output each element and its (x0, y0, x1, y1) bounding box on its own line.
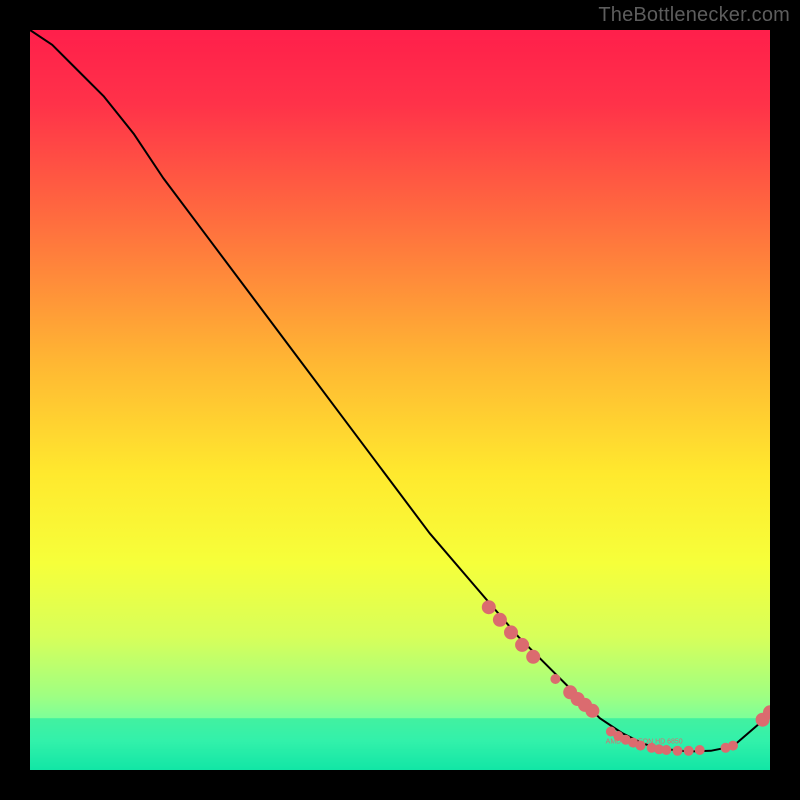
marker-point (526, 650, 540, 664)
marker-label: AMD RADEON HD 6850 (606, 739, 683, 746)
marker-point (661, 745, 671, 755)
attribution-text: TheBottlenecker.com (598, 4, 790, 27)
marker-point (550, 674, 560, 684)
marker-point (728, 741, 738, 751)
chart-container: TheBottlenecker.com AMD RADEON HD 6850 (0, 0, 800, 800)
chart-svg: AMD RADEON HD 6850 (30, 30, 770, 770)
marker-point (493, 613, 507, 627)
marker-point (673, 746, 683, 756)
plot-area: AMD RADEON HD 6850 (30, 30, 770, 770)
marker-point (684, 746, 694, 756)
marker-point (504, 625, 518, 639)
marker-point (482, 600, 496, 614)
gradient-background (30, 30, 770, 770)
marker-point (585, 704, 599, 718)
marker-point (695, 745, 705, 755)
marker-point (515, 638, 529, 652)
